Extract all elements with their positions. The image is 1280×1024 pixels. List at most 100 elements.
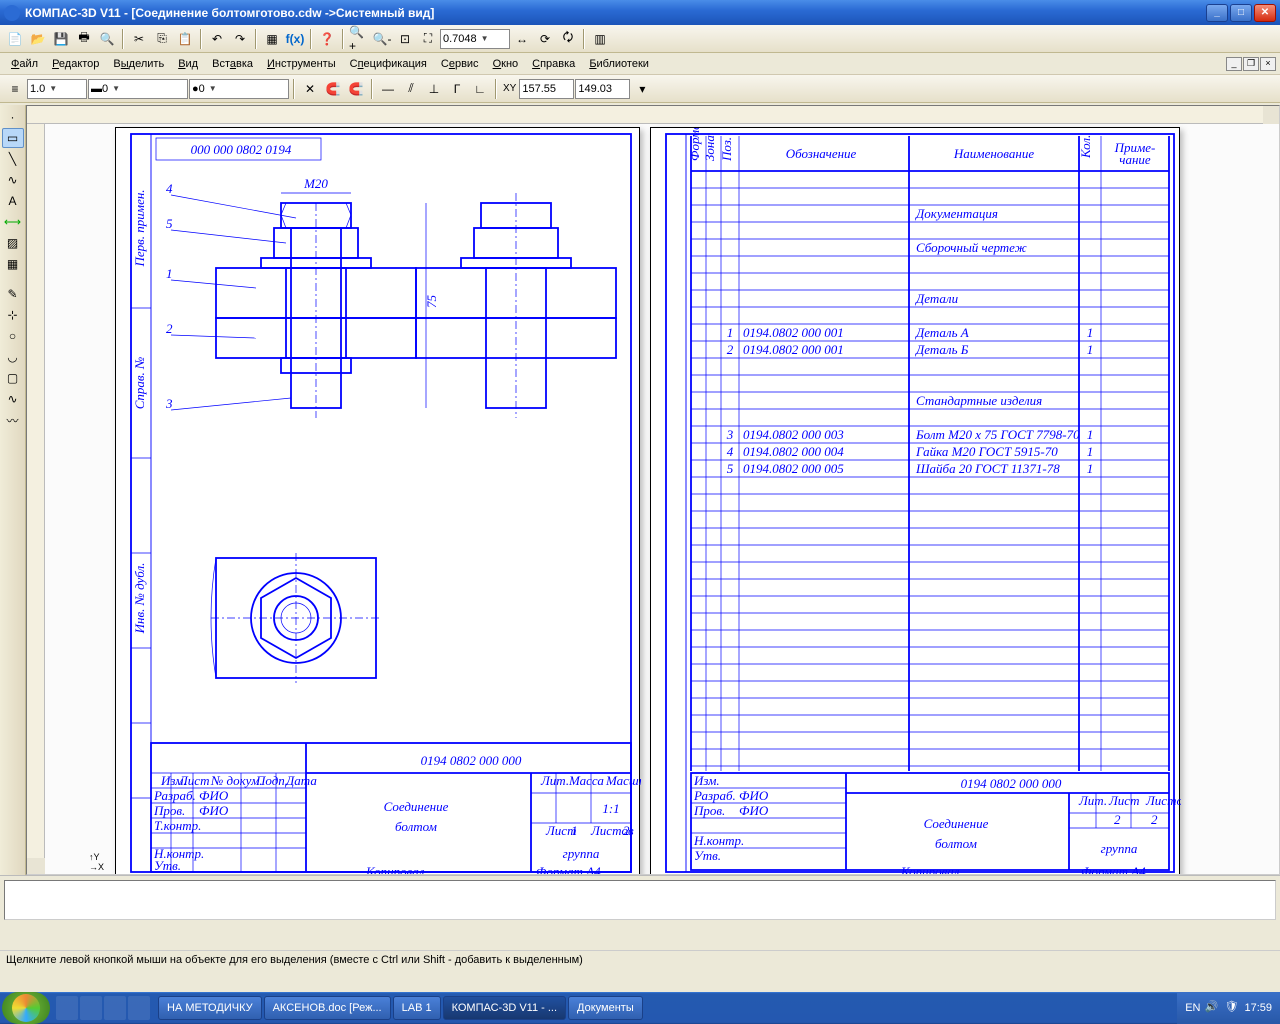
zoomout-icon[interactable]: 🔍- (371, 28, 393, 50)
menu-help[interactable]: Справка (525, 56, 582, 72)
start-button[interactable] (2, 992, 50, 1024)
coord-x[interactable]: 157.55 (519, 79, 574, 99)
zoomwin-icon[interactable]: ⊡ (394, 28, 416, 50)
print-icon[interactable]: 🖶 (73, 28, 95, 50)
geo4-icon[interactable]: Γ (446, 78, 468, 100)
menu-select[interactable]: Выделить (106, 56, 171, 72)
rotate-icon[interactable]: ⟳ (534, 28, 556, 50)
layer-combo[interactable]: ▬0▼ (88, 79, 188, 99)
menu-file[interactable]: Файл (4, 56, 45, 72)
ql-icon[interactable] (80, 996, 102, 1020)
ruler-horizontal (27, 106, 1263, 124)
svg-text:0194.0802 000 001: 0194.0802 000 001 (743, 342, 844, 357)
help-icon[interactable]: ❓ (316, 28, 338, 50)
redo-icon[interactable]: ↷ (229, 28, 251, 50)
tool-dim[interactable]: ⟷ (2, 212, 24, 232)
coordlock-icon[interactable]: ▾ (631, 78, 653, 100)
svg-text:Соединение: Соединение (384, 799, 449, 814)
geo3-icon[interactable]: ⊥ (423, 78, 445, 100)
menu-service[interactable]: Сервис (434, 56, 486, 72)
svg-text:Формат: Формат (687, 128, 702, 161)
lang-indicator[interactable]: EN (1185, 1002, 1200, 1014)
tool-text[interactable]: A (2, 191, 24, 211)
toolbar-props: ≡ 1.0▼ ▬0▼ ● 0▼ ✕ 🧲 🧲 — ⫽ ⊥ Γ ∟ XY 157.5… (0, 75, 1280, 103)
paste-icon[interactable]: 📋 (174, 28, 196, 50)
state-combo[interactable]: ● 0▼ (189, 79, 289, 99)
clock[interactable]: 17:59 (1244, 1002, 1272, 1014)
menu-tools[interactable]: Инструменты (260, 56, 343, 72)
tool-table[interactable]: ▦ (2, 254, 24, 274)
menu-edit[interactable]: Редактор (45, 56, 106, 72)
tool-edit2[interactable]: ⊹ (2, 305, 24, 325)
tool-edit1[interactable]: ✎ (2, 284, 24, 304)
zoom-combo[interactable]: 0.7048▼ (440, 29, 510, 49)
menu-view[interactable]: Вид (171, 56, 205, 72)
new-icon[interactable]: 📄 (4, 28, 26, 50)
maximize-button[interactable]: □ (1230, 4, 1252, 22)
drawing-sheet-2: Формат Зона Поз. Обозначение Наименовани… (650, 127, 1180, 875)
lineweight-combo[interactable]: 1.0▼ (27, 79, 87, 99)
style-icon[interactable]: ≡ (4, 78, 26, 100)
menu-libs[interactable]: Библиотеки (582, 56, 656, 72)
copy-icon[interactable]: ⎘ (151, 28, 173, 50)
refresh-icon[interactable]: 🗘 (557, 28, 579, 50)
minimize-button[interactable]: _ (1206, 4, 1228, 22)
tray-icon[interactable]: 🛡 (1224, 1000, 1240, 1016)
svg-text:Пров.: Пров. (693, 803, 725, 818)
cut-icon[interactable]: ✂ (128, 28, 150, 50)
taskbar-item[interactable]: КОМПАС-3D V11 - ... (443, 996, 566, 1020)
close-button[interactable]: ✕ (1254, 4, 1276, 22)
taskbar-item[interactable]: НА МЕТОДИЧКУ (158, 996, 262, 1020)
undo-icon[interactable]: ↶ (206, 28, 228, 50)
save-icon[interactable]: 💾 (50, 28, 72, 50)
zoomin-icon[interactable]: 🔍+ (348, 28, 370, 50)
ql-icon[interactable] (104, 996, 126, 1020)
menu-insert[interactable]: Вставка (205, 56, 260, 72)
pan-icon[interactable]: ↔ (511, 28, 533, 50)
taskbar-item[interactable]: LAB 1 (393, 996, 441, 1020)
tool-select[interactable]: ▭ (2, 128, 24, 148)
tool-line[interactable]: ╲ (2, 149, 24, 169)
canvas-area[interactable]: 000 000 0802 0194 Перв. примен. Справ. №… (26, 105, 1280, 875)
preview-icon[interactable]: 🔍 (96, 28, 118, 50)
svg-text:группа: группа (1101, 841, 1138, 856)
tool-curve[interactable]: 〰 (2, 410, 24, 430)
svg-text:Изм.: Изм. (693, 773, 720, 788)
menu-spec[interactable]: Спецификация (343, 56, 434, 72)
tool-arc[interactable]: ◡ (2, 347, 24, 367)
svg-text:Масштаб: Масштаб (605, 773, 641, 788)
titlebar: КОМПАС-3D V11 - [Соединение болтомготово… (0, 0, 1280, 25)
taskbar-item[interactable]: АКСЕНОВ.doc [Реж... (264, 996, 391, 1020)
tool-spline[interactable]: ∿ (2, 389, 24, 409)
grid-icon[interactable]: ▦ (261, 28, 283, 50)
windows-icon[interactable]: ▥ (589, 28, 611, 50)
ql-icon[interactable] (128, 996, 150, 1020)
tray-icon[interactable]: 🔊 (1204, 1000, 1220, 1016)
ruler-vertical (27, 124, 45, 858)
command-input[interactable] (4, 880, 1276, 920)
tool-rect[interactable]: ▢ (2, 368, 24, 388)
mdi-minimize[interactable]: _ (1226, 57, 1242, 71)
mdi-close[interactable]: × (1260, 57, 1276, 71)
tool-circle[interactable]: ○ (2, 326, 24, 346)
zoomfit-icon[interactable]: ⛶ (417, 28, 439, 50)
mdi-restore[interactable]: ❐ (1243, 57, 1259, 71)
menu-window[interactable]: Окно (486, 56, 526, 72)
tool-point[interactable]: · (2, 107, 24, 127)
svg-text:2: 2 (1151, 812, 1158, 827)
snap1-icon[interactable]: ✕ (299, 78, 321, 100)
svg-text:0194 0802 000 000: 0194 0802 000 000 (961, 776, 1062, 791)
svg-text:1: 1 (1087, 325, 1094, 340)
var-icon[interactable]: f(x) (284, 28, 306, 50)
snap2-icon[interactable]: 🧲 (322, 78, 344, 100)
tool-aux[interactable]: ∿ (2, 170, 24, 190)
tool-hatch[interactable]: ▨ (2, 233, 24, 253)
open-icon[interactable]: 📂 (27, 28, 49, 50)
taskbar-item[interactable]: Документы (568, 996, 643, 1020)
ql-icon[interactable] (56, 996, 78, 1020)
geo2-icon[interactable]: ⫽ (400, 78, 422, 100)
geo1-icon[interactable]: — (377, 78, 399, 100)
coord-y[interactable]: 149.03 (575, 79, 630, 99)
snap3-icon[interactable]: 🧲 (345, 78, 367, 100)
geo5-icon[interactable]: ∟ (469, 78, 491, 100)
